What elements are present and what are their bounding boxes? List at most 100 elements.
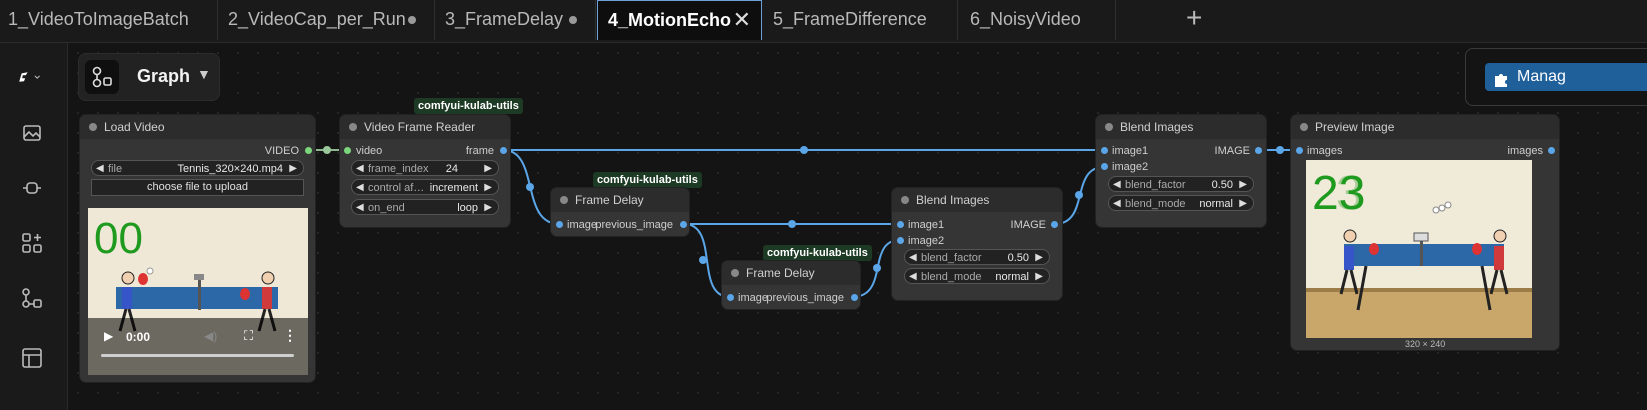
arrow-right-icon[interactable]: ▶ [1035, 250, 1043, 266]
fullscreen-icon[interactable]: ⛶ [244, 328, 253, 344]
widget-value: increment [429, 182, 478, 194]
arrow-right-icon[interactable]: ▶ [484, 180, 492, 196]
output-label: IMAGE [1010, 219, 1046, 231]
blend-mode-widget[interactable]: ◀ blend_mode normal ▶ [904, 268, 1050, 284]
node-blend-images-1[interactable]: Blend Images image1 IMAGE image2 ◀ blend… [892, 188, 1062, 300]
input-slot[interactable] [1296, 147, 1303, 154]
reroute-dot-icon [873, 264, 881, 272]
widget-label: control af… [368, 182, 425, 194]
arrow-right-icon[interactable]: ▶ [289, 161, 297, 177]
input-label: image2 [1112, 161, 1149, 173]
arrow-left-icon[interactable]: ◀ [1113, 196, 1121, 212]
preview-image[interactable]: 23 3 [1306, 160, 1532, 338]
arrow-right-icon[interactable]: ▶ [484, 200, 492, 216]
output-slot[interactable] [1548, 147, 1555, 154]
widget-value: Tennis_320×240.mp4 [177, 163, 284, 175]
output-slot[interactable] [680, 221, 687, 228]
widget-label: blend_factor [921, 252, 982, 264]
input-label: image2 [908, 235, 945, 247]
node-blend-images-2[interactable]: Blend Images image1 IMAGE image2 ◀ blend… [1096, 115, 1266, 227]
arrow-left-icon[interactable]: ◀ [356, 161, 364, 177]
arrow-left-icon[interactable]: ◀ [356, 200, 364, 216]
input-label: image1 [1112, 145, 1149, 157]
arrow-right-icon[interactable]: ▶ [1035, 269, 1043, 285]
output-slot[interactable] [500, 147, 507, 154]
tennis-scene-illustration [88, 267, 308, 375]
blend-factor-widget[interactable]: ◀ blend_factor 0.50 ▶ [904, 249, 1050, 265]
workflow-graph-icon [85, 60, 119, 94]
on-end-widget[interactable]: ◀ on_end loop ▶ [351, 199, 499, 215]
input-slot[interactable] [727, 294, 734, 301]
blend-mode-widget[interactable]: ◀ blend_mode normal ▶ [1108, 195, 1254, 211]
widget-label: file [108, 163, 123, 175]
widget-value: normal [995, 271, 1029, 283]
input-slot[interactable] [1101, 147, 1108, 154]
node-preview-image[interactable]: Preview Image images images 23 3 320 × 2… [1291, 115, 1559, 350]
arrow-left-icon[interactable]: ◀ [909, 269, 917, 285]
input-label: image [738, 292, 768, 304]
reroute-dot-icon [1075, 191, 1083, 199]
input-slot[interactable] [897, 237, 904, 244]
manager-button[interactable]: Manag [1485, 63, 1647, 91]
output-label: previous_image [766, 292, 844, 304]
node-title: Blend Images [892, 188, 1062, 212]
arrow-right-icon[interactable]: ▶ [1239, 196, 1247, 212]
widget-value: 24 [445, 163, 458, 175]
graph-switcher[interactable]: Graph ▼ [78, 53, 220, 101]
node-badge: comfyui-kulab-utils [593, 172, 702, 188]
choose-file-button[interactable]: choose file to upload [91, 179, 304, 196]
more-options-icon[interactable]: ⋮ [283, 327, 297, 344]
output-slot[interactable] [305, 147, 312, 154]
arrow-left-icon[interactable]: ◀ [356, 180, 364, 196]
arrow-right-icon[interactable]: ▶ [1239, 177, 1247, 193]
output-label: VIDEO [264, 145, 299, 157]
output-label: IMAGE [1214, 145, 1250, 157]
node-title: Frame Delay [551, 188, 689, 212]
video-seek-bar[interactable] [101, 354, 294, 357]
input-slot[interactable] [897, 221, 904, 228]
control-after-generate-widget[interactable]: ◀ control af… increment ▶ [351, 179, 499, 195]
widget-label: blend_mode [921, 271, 982, 283]
reroute-dot-icon [1276, 146, 1284, 154]
reroute-dot-icon [788, 220, 796, 228]
output-slot[interactable] [1255, 147, 1262, 154]
reroute-dot-icon [699, 256, 707, 264]
input-slot[interactable] [556, 221, 563, 228]
input-label: images [1307, 145, 1343, 157]
node-badge: comfyui-kulab-utils [763, 245, 872, 261]
widget-value: 0.50 [1007, 252, 1029, 264]
input-slot[interactable] [1101, 163, 1108, 170]
node-frame-delay-1[interactable]: Frame Delay image previous_image [551, 188, 689, 236]
widget-label: blend_mode [1125, 198, 1186, 210]
output-label: frame [465, 145, 494, 157]
puzzle-icon [1493, 69, 1509, 97]
arrow-left-icon[interactable]: ◀ [909, 250, 917, 266]
arrow-left-icon[interactable]: ◀ [1113, 177, 1121, 193]
input-label: image1 [908, 219, 945, 231]
output-label: previous_image [595, 219, 673, 231]
output-label: images [1507, 145, 1543, 157]
arrow-left-icon[interactable]: ◀ [96, 161, 104, 177]
frame-index-widget[interactable]: ◀ frame_index 24 ▶ [351, 160, 499, 176]
chevron-down-icon: ▼ [197, 66, 211, 82]
blend-factor-widget[interactable]: ◀ blend_factor 0.50 ▶ [1108, 176, 1254, 192]
file-combo[interactable]: ◀ file Tennis_320×240.mp4 ▶ [91, 160, 304, 176]
volume-icon[interactable]: ◀) [204, 329, 217, 343]
input-slot[interactable] [344, 147, 351, 154]
node-title: Blend Images [1096, 115, 1266, 139]
node-title: Preview Image [1291, 115, 1559, 139]
output-slot[interactable] [1051, 221, 1058, 228]
reroute-dot-icon [526, 183, 534, 191]
input-label: image [567, 219, 597, 231]
tennis-scene-illustration [1306, 201, 1532, 338]
node-video-frame-reader[interactable]: Video Frame Reader video frame ◀ frame_i… [340, 115, 510, 227]
play-icon[interactable]: ▶ [104, 329, 113, 343]
output-slot[interactable] [851, 294, 858, 301]
node-frame-delay-2[interactable]: Frame Delay image previous_image [722, 261, 860, 309]
video-time: 0:00 [126, 330, 151, 344]
node-load-video[interactable]: Load Video VIDEO ◀ file Tennis_320×240.m… [80, 115, 315, 382]
widget-label: on_end [368, 202, 405, 214]
arrow-right-icon[interactable]: ▶ [484, 161, 492, 177]
graph-label: Graph [137, 66, 191, 86]
video-player[interactable]: 00 ▶ 0:00 ◀) ⛶ ⋮ [88, 208, 308, 375]
